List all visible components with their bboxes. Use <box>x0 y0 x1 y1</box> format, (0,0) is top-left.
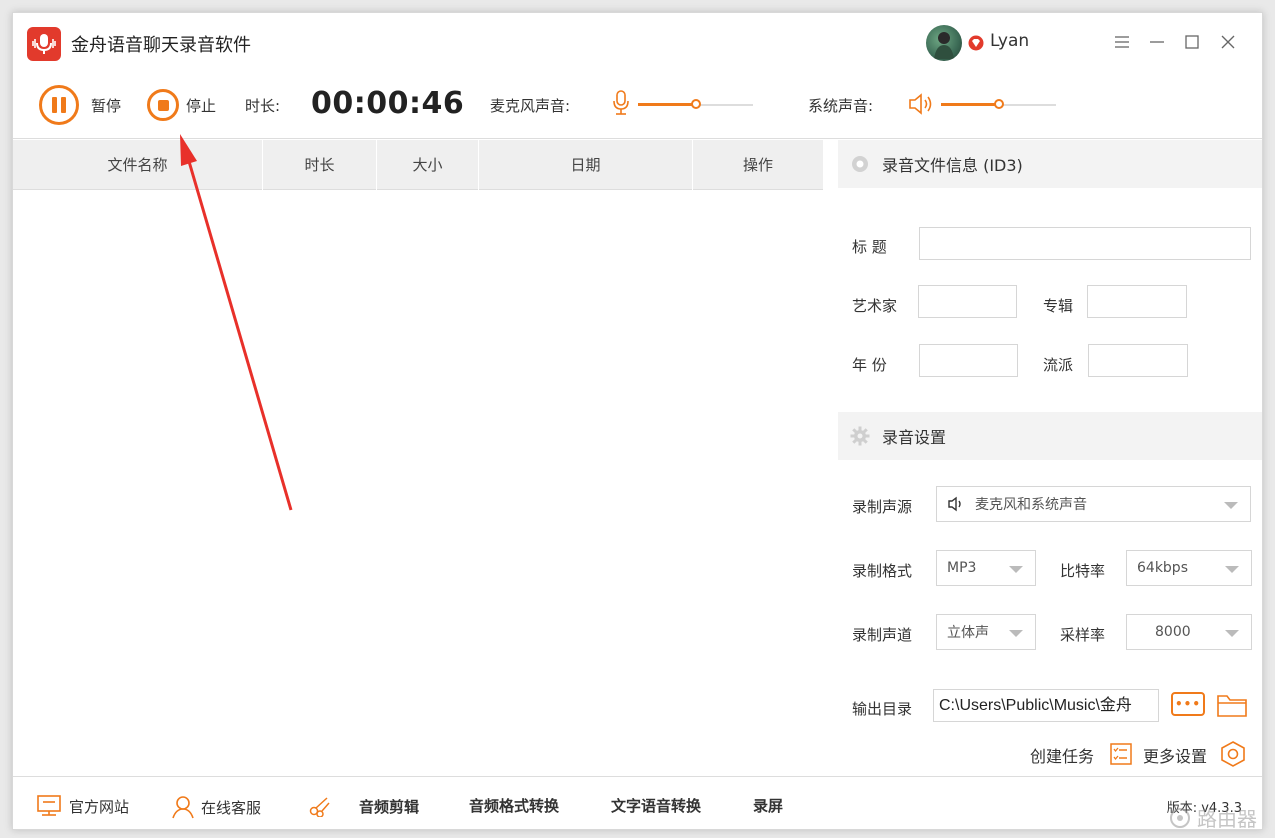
column-size[interactable]: 大小 <box>377 140 479 190</box>
microphone-icon <box>611 89 631 121</box>
person-icon <box>171 795 195 819</box>
pause-label[interactable]: 暂停 <box>91 95 121 116</box>
year-input[interactable] <box>919 344 1018 377</box>
task-list-icon[interactable] <box>1110 743 1132 769</box>
chevron-down-icon <box>1225 630 1239 637</box>
samplerate-value: 8000 <box>1155 624 1191 640</box>
samplerate-label: 采样率 <box>1060 626 1106 644</box>
audio-edit-label: 音频剪辑 <box>359 797 420 816</box>
recording-settings-title: 录音设置 <box>882 428 947 447</box>
source-select[interactable]: 麦克风和系统声音 <box>936 486 1251 522</box>
app-title: 金舟语音聊天录音软件 <box>71 35 251 56</box>
file-list[interactable] <box>13 190 823 773</box>
year-label: 年 份 <box>852 356 887 374</box>
recording-settings-header: 录音设置 <box>838 412 1262 460</box>
column-duration[interactable]: 时长 <box>263 140 377 190</box>
maximize-icon[interactable] <box>1179 29 1205 55</box>
official-website-label: 官方网站 <box>69 797 130 816</box>
title-bar: 金舟语音聊天录音软件 Lyan <box>13 13 1262 71</box>
username[interactable]: Lyan <box>990 31 1029 51</box>
mic-volume-slider[interactable] <box>638 95 753 115</box>
app-window: 金舟语音聊天录音软件 Lyan 暂停 停止 时长: 00:00:46 麦克风声音… <box>12 12 1263 830</box>
column-actions[interactable]: 操作 <box>693 140 823 190</box>
format-convert-label: 音频格式转换 <box>469 797 560 815</box>
title-input[interactable] <box>919 227 1251 260</box>
tts-label: 文字语音转换 <box>611 797 702 815</box>
screen-record-link[interactable]: 录屏 <box>753 795 783 816</box>
app-logo-icon <box>27 27 61 61</box>
footer-bar: 官方网站 在线客服 音频剪辑 音频格式转换 文字语音转换 录屏 版本: v4.3… <box>13 776 1262 829</box>
album-label: 专辑 <box>1043 297 1074 315</box>
output-dir-label: 输出目录 <box>852 700 913 718</box>
duration-label: 时长: <box>245 97 281 115</box>
mic-volume-knob[interactable] <box>691 99 701 109</box>
system-volume-slider[interactable] <box>941 95 1056 115</box>
source-value: 麦克风和系统声音 <box>975 497 1087 513</box>
watermark-logo-icon <box>1170 807 1190 828</box>
genre-label: 流派 <box>1043 356 1074 374</box>
channel-value: 立体声 <box>947 625 989 641</box>
format-convert-link[interactable]: 音频格式转换 <box>469 795 559 816</box>
settings-hex-icon[interactable] <box>1220 741 1246 771</box>
chevron-down-icon <box>1224 502 1238 509</box>
artist-input[interactable] <box>918 285 1017 318</box>
audio-edit-link[interactable]: 音频剪辑 <box>309 795 419 817</box>
info-circle-icon <box>850 154 870 174</box>
chevron-down-icon <box>1009 566 1023 573</box>
system-volume-label: 系统声音: <box>808 97 874 115</box>
online-support-link[interactable]: 在线客服 <box>171 795 261 819</box>
chevron-down-icon <box>1009 630 1023 637</box>
watermark-text: 路由器 <box>1197 807 1257 831</box>
official-website-link[interactable]: 官方网站 <box>37 795 129 817</box>
menu-icon[interactable] <box>1109 29 1135 55</box>
title-label: 标 题 <box>852 238 887 256</box>
artist-label: 艺术家 <box>852 297 898 315</box>
column-date[interactable]: 日期 <box>479 140 693 190</box>
mic-volume-label: 麦克风声音: <box>490 97 571 115</box>
create-task-link[interactable]: 创建任务 <box>1030 743 1094 767</box>
speaker-icon <box>907 92 935 120</box>
source-label: 录制声源 <box>852 498 913 516</box>
id3-section-title: 录音文件信息 (ID3) <box>882 156 1023 175</box>
bitrate-label: 比特率 <box>1060 562 1106 580</box>
album-input[interactable] <box>1087 285 1187 318</box>
scissors-icon <box>309 795 333 817</box>
more-settings-link[interactable]: 更多设置 <box>1143 743 1207 767</box>
system-volume-knob[interactable] <box>994 99 1004 109</box>
watermark: 路由器 <box>1169 803 1257 832</box>
minimize-icon[interactable] <box>1144 29 1170 55</box>
folder-icon[interactable] <box>1216 692 1248 718</box>
settings-panel: 录音文件信息 (ID3) 标 题 艺术家 专辑 年 份 流派 录音设置 录制声源… <box>838 140 1262 780</box>
format-label: 录制格式 <box>852 562 913 580</box>
column-filename[interactable]: 文件名称 <box>13 140 263 190</box>
bitrate-select[interactable]: 64kbps <box>1126 550 1252 586</box>
id3-section-header: 录音文件信息 (ID3) <box>838 140 1262 188</box>
speaker-small-icon <box>947 496 965 512</box>
screen-record-label: 录屏 <box>753 797 784 815</box>
format-value: MP3 <box>947 560 977 576</box>
gear-icon <box>850 426 870 446</box>
file-table-header: 文件名称 时长 大小 日期 操作 <box>13 140 823 190</box>
online-support-label: 在线客服 <box>201 798 262 817</box>
browse-more-button[interactable]: ••• <box>1171 692 1205 716</box>
vip-diamond-icon <box>968 35 984 51</box>
pause-button[interactable] <box>39 85 79 125</box>
duration-value: 00:00:46 <box>311 86 465 121</box>
stop-label[interactable]: 停止 <box>186 95 216 116</box>
output-dir-field[interactable]: C:\Users\Public\Music\金舟 <box>933 689 1159 722</box>
chevron-down-icon <box>1225 566 1239 573</box>
format-select[interactable]: MP3 <box>936 550 1036 586</box>
recording-toolbar: 暂停 停止 时长: 00:00:46 麦克风声音: 系统声音: <box>13 71 1262 139</box>
avatar[interactable] <box>926 25 962 61</box>
channel-label: 录制声道 <box>852 626 913 644</box>
monitor-icon <box>37 795 61 817</box>
channel-select[interactable]: 立体声 <box>936 614 1036 650</box>
bitrate-value: 64kbps <box>1137 560 1188 576</box>
samplerate-select[interactable]: 8000 <box>1126 614 1252 650</box>
genre-input[interactable] <box>1088 344 1188 377</box>
close-icon[interactable] <box>1215 29 1241 55</box>
tts-link[interactable]: 文字语音转换 <box>611 795 701 816</box>
stop-button[interactable] <box>147 89 179 121</box>
